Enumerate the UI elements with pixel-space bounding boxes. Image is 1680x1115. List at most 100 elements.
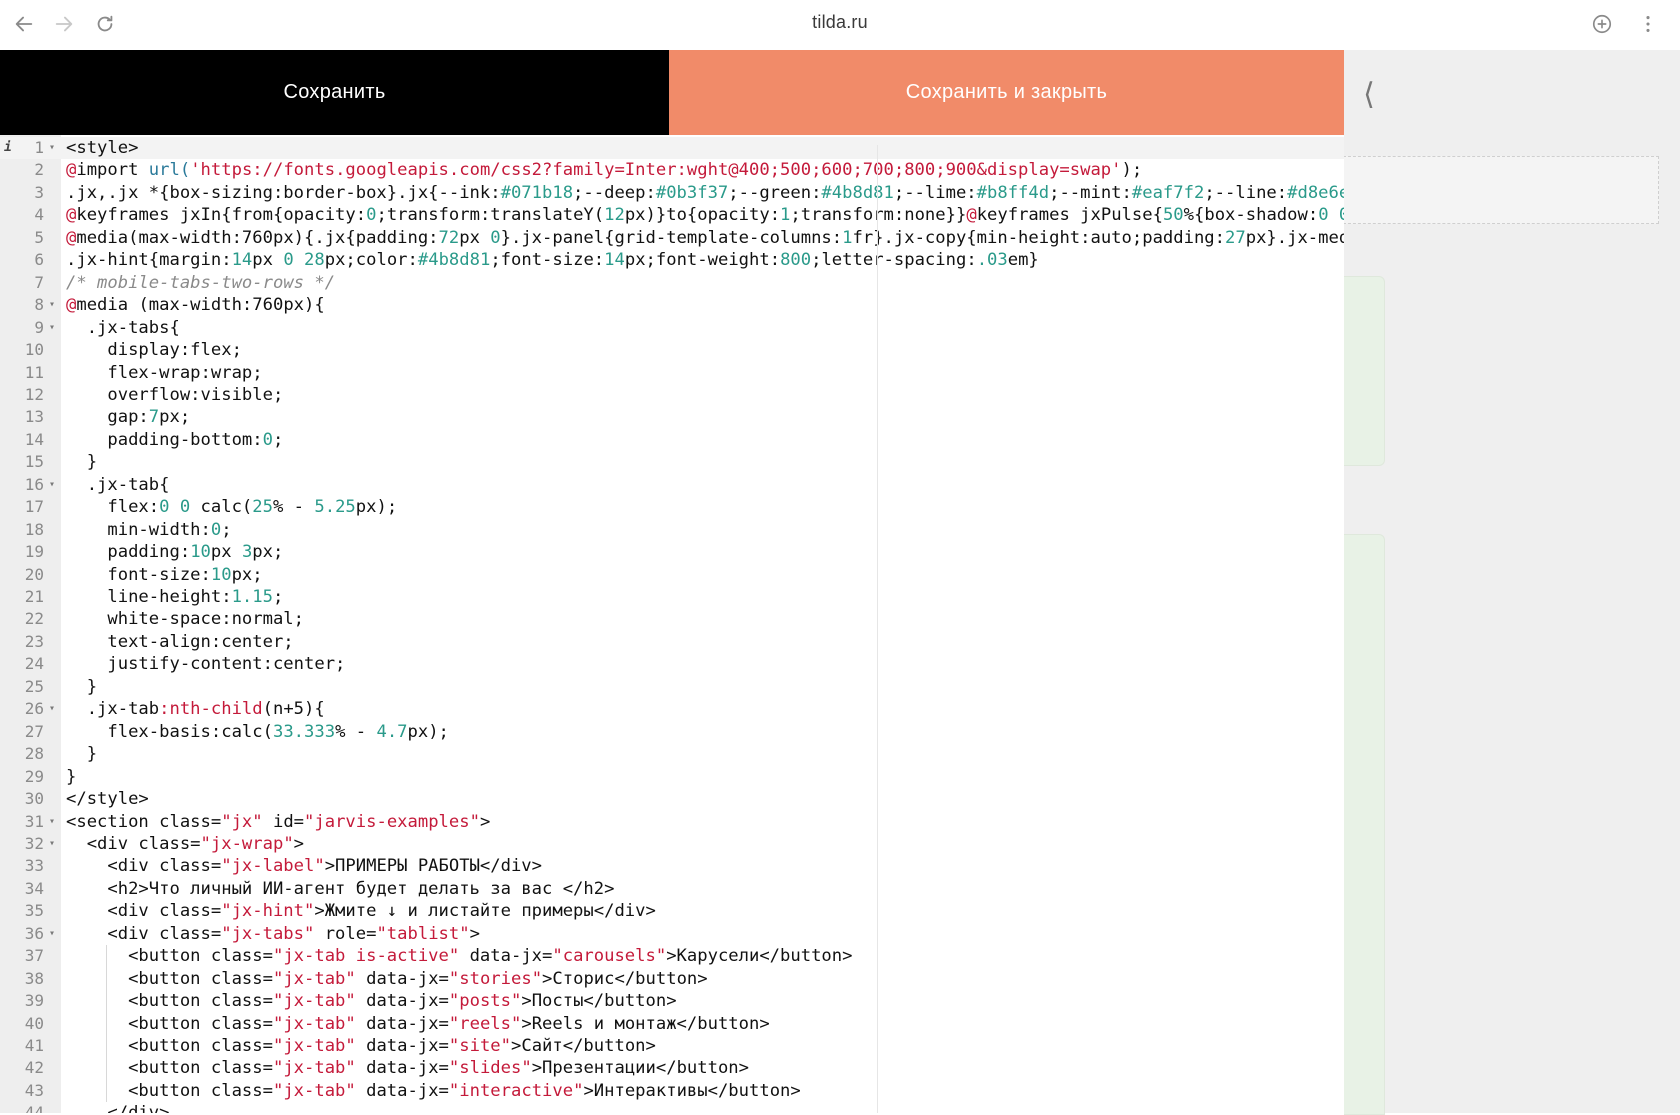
code-line[interactable]: 17 flex:0 0 calc(25% - 5.25px); [0, 496, 1344, 519]
code-line[interactable]: 33 <div class="jx-label">ПРИМЕРЫ РАБОТЫ<… [0, 855, 1344, 878]
menu-button[interactable] [1632, 8, 1664, 40]
save-button[interactable]: Сохранить [0, 50, 669, 135]
code-line[interactable]: 35 <div class="jx-hint">Жмите ↓ и листай… [0, 900, 1344, 923]
code-line[interactable]: 28 } [0, 743, 1344, 766]
line-number: 39 [24, 991, 44, 1011]
code-line[interactable]: 18 min-width:0; [0, 519, 1344, 542]
code-line[interactable]: 15 } [0, 451, 1344, 474]
fold-toggle-icon[interactable]: ▾ [46, 698, 58, 721]
code-line[interactable]: 22 white-space:normal; [0, 608, 1344, 631]
code-line[interactable]: 42 <button class="jx-tab" data-jx="slide… [0, 1057, 1344, 1080]
code-line[interactable]: 30 </style> [0, 788, 1344, 811]
line-number: 6 [34, 250, 44, 270]
print-margin [877, 145, 878, 1113]
code-line[interactable]: 41 <button class="jx-tab" data-jx="site"… [0, 1035, 1344, 1058]
code-text: .jx-tab:nth-child(n+5){ [66, 699, 325, 720]
vertical-dots-icon [1646, 16, 1650, 32]
code-text: <button class="jx-tab is-active" data-jx… [66, 946, 853, 967]
drop-zone [1343, 156, 1659, 224]
line-number: 21 [24, 587, 44, 606]
code-text: min-width:0; [66, 519, 232, 540]
line-number: 41 [24, 1036, 44, 1055]
address-bar-url[interactable]: tilda.ru [0, 12, 1680, 33]
code-line[interactable]: 14 padding-bottom:0; [0, 429, 1344, 452]
fold-toggle-icon[interactable]: ▾ [46, 811, 58, 834]
code-text: } [66, 676, 98, 697]
code-text: text-align:center; [66, 631, 294, 652]
code-line[interactable]: 7 /* mobile-tabs-two-rows */ [0, 272, 1344, 295]
code-line[interactable]: 31 ▾ <section class="jx" id="jarvis-exampl… [0, 811, 1344, 834]
code-line[interactable]: 37 <button class="jx-tab is-active" data… [0, 945, 1344, 968]
code-line[interactable]: 23 text-align:center; [0, 631, 1344, 654]
line-number: 25 [24, 676, 44, 696]
code-text: <button class="jx-tab" data-jx="posts">П… [66, 991, 677, 1012]
line-number: 42 [24, 1058, 44, 1078]
code-line[interactable]: i 1 ▾ <style> [0, 137, 1344, 160]
code-line[interactable]: 12 overflow:visible; [0, 384, 1344, 407]
code-line[interactable]: 26 ▾ .jx-tab:nth-child(n+5){ [0, 698, 1344, 721]
code-line[interactable]: 6 .jx-hint{margin:14px 0 28px;color:#4b8d… [0, 249, 1344, 272]
code-line[interactable]: 20 font-size:10px; [0, 564, 1344, 587]
code-text: .jx,.jx *{box-sizing:border-box}.jx{--in… [66, 182, 1344, 203]
fold-toggle-icon[interactable]: ▾ [46, 317, 58, 340]
line-number: 44 [24, 1103, 44, 1113]
save-and-close-button[interactable]: Сохранить и закрыть [669, 50, 1344, 135]
code-text: flex-wrap:wrap; [66, 362, 263, 383]
code-text: .jx-tabs{ [66, 317, 180, 338]
code-text: white-space:normal; [66, 609, 304, 630]
fold-toggle-icon[interactable]: ▾ [46, 294, 58, 317]
code-line[interactable]: 32 ▾ <div class="jx-wrap"> [0, 833, 1344, 856]
code-line[interactable]: 29} [0, 766, 1344, 789]
code-text: padding-bottom:0; [66, 429, 284, 450]
code-text: } [66, 766, 77, 787]
collapse-panel-button[interactable]: ⟨ [1354, 74, 1384, 114]
code-line[interactable]: 24 justify-content:center; [0, 653, 1344, 676]
code-line[interactable]: 19 padding:10px 3px; [0, 541, 1344, 564]
line-number: 17 [24, 497, 44, 517]
line-number: 14 [24, 429, 44, 449]
code-line[interactable]: 43 <button class="jx-tab" data-jx="inter… [0, 1080, 1344, 1103]
code-text: } [66, 744, 98, 765]
code-line[interactable]: 36 ▾ <div class="jx-tabs" role="tablist"> [0, 923, 1344, 946]
add-button[interactable] [1586, 8, 1618, 40]
code-line[interactable]: 16 ▾ .jx-tab{ [0, 474, 1344, 497]
code-line[interactable]: 4 @keyframes jxIn{from{opacity:0;transfor… [0, 204, 1344, 227]
code-text: <button class="jx-tab" data-jx="stories"… [66, 968, 708, 989]
indent-guide [106, 945, 107, 1103]
code-line[interactable]: 10 display:flex; [0, 339, 1344, 362]
code-line[interactable]: 5 @media(max-width:760px){.jx{padding:72p… [0, 227, 1344, 250]
line-number: 32 [24, 833, 44, 853]
preview-card [1344, 534, 1385, 1115]
code-line[interactable]: 3 .jx,.jx *{box-sizing:border-box}.jx{--i… [0, 182, 1344, 205]
code-text: justify-content:center; [66, 654, 346, 675]
fold-toggle-icon[interactable]: ▾ [46, 474, 58, 497]
code-line[interactable]: 25 } [0, 676, 1344, 699]
code-line[interactable]: 13 gap:7px; [0, 406, 1344, 429]
code-line[interactable]: 8 ▾ @media (max-width:760px){ [0, 294, 1344, 317]
line-number: 24 [24, 654, 44, 674]
line-number: 43 [24, 1080, 44, 1100]
code-text: /* mobile-tabs-two-rows */ [66, 272, 336, 293]
fold-toggle-icon[interactable]: ▾ [46, 137, 58, 160]
line-number: 11 [24, 362, 44, 382]
code-line[interactable]: 38 <button class="jx-tab" data-jx="stori… [0, 968, 1344, 991]
fold-toggle-icon[interactable]: ▾ [46, 923, 58, 946]
line-number: 28 [24, 744, 44, 764]
code-line[interactable]: 2 @import url('https://fonts.googleapis.c… [0, 159, 1344, 182]
code-line[interactable]: 11 flex-wrap:wrap; [0, 362, 1344, 385]
code-text: <h2>Что личный ИИ-агент будет делать за … [66, 878, 615, 899]
plus-circle-icon [1592, 14, 1612, 34]
line-number: 13 [24, 407, 44, 427]
code-line[interactable]: 34 <h2>Что личный ИИ-агент будет делать … [0, 878, 1344, 901]
code-editor[interactable]: i 1 ▾ <style> 2 @import url('https://fonts.go… [0, 135, 1344, 1113]
code-text: @media(max-width:760px){.jx{padding:72px… [66, 227, 1344, 248]
fold-toggle-icon[interactable]: ▾ [46, 833, 58, 856]
code-line[interactable]: 9 ▾ .jx-tabs{ [0, 317, 1344, 340]
code-line[interactable]: 27 flex-basis:calc(33.333% - 4.7px); [0, 721, 1344, 744]
code-line[interactable]: 21 line-height:1.15; [0, 586, 1344, 609]
line-number: 27 [24, 721, 44, 741]
code-line[interactable]: 40 <button class="jx-tab" data-jx="reels… [0, 1013, 1344, 1036]
code-line[interactable]: 39 <button class="jx-tab" data-jx="posts… [0, 990, 1344, 1013]
line-number: 26 [24, 699, 44, 719]
code-line[interactable]: 44 </div> [0, 1102, 1344, 1113]
